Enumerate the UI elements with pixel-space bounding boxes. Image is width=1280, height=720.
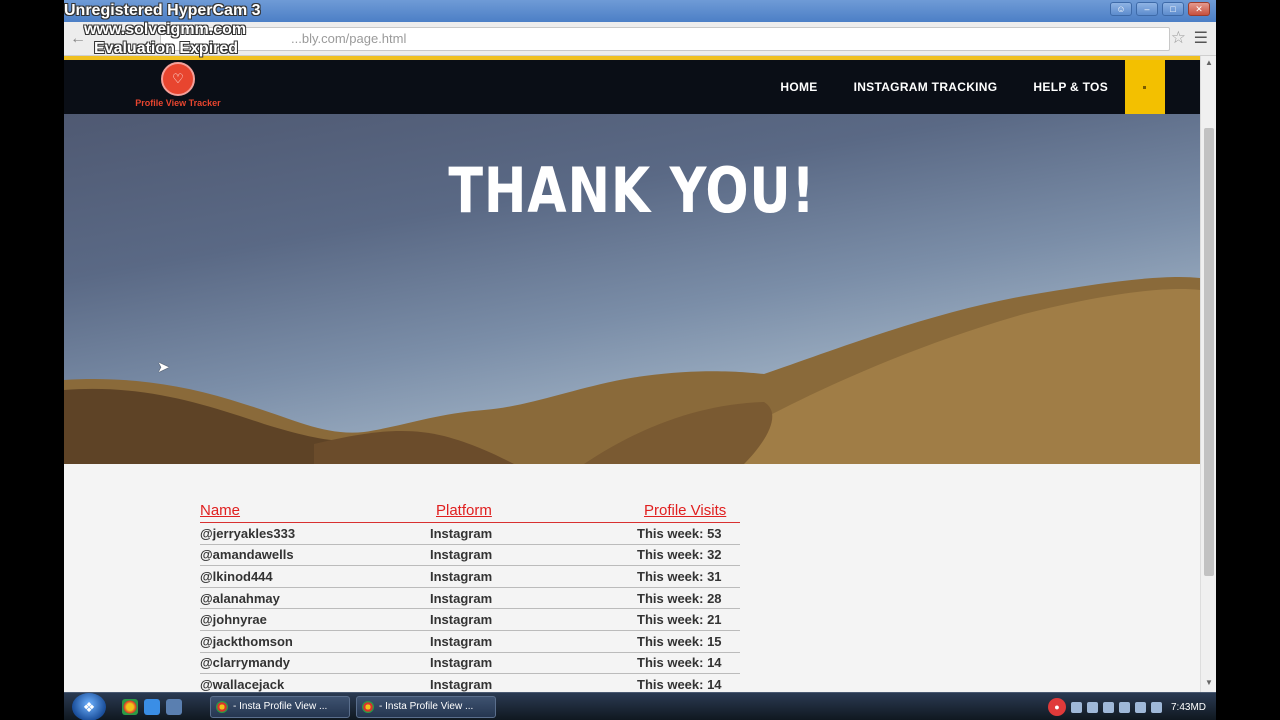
- row-name: @jerryakles333: [200, 525, 296, 541]
- table-row: @alanahmay Instagram This week: 28: [200, 588, 740, 610]
- table-row: @clarrymandy Instagram This week: 14: [200, 653, 740, 675]
- tray-icon[interactable]: [1070, 701, 1082, 713]
- row-name: @clarrymandy: [200, 655, 290, 671]
- nav-accent-block[interactable]: [1125, 60, 1165, 114]
- header-profile-visits: Profile Visits: [644, 502, 727, 519]
- row-name: @lkinod444: [200, 568, 273, 584]
- user-icon[interactable]: ☺: [1110, 2, 1132, 16]
- row-visits: This week: 28: [637, 590, 722, 606]
- taskbar: ❖ - Insta Profile View ... - Insta Profi…: [64, 692, 1216, 720]
- chrome-icon: [216, 701, 228, 713]
- table-row: @jackthomson Instagram This week: 15: [200, 631, 740, 653]
- row-visits: This week: 21: [637, 612, 722, 628]
- row-platform: Instagram: [430, 547, 493, 563]
- record-icon[interactable]: ●: [1047, 698, 1066, 716]
- watermark-line-2: www.solveigmm.com: [84, 21, 247, 38]
- chrome-icon: [362, 701, 374, 713]
- logo-text: Profile View Tracker: [135, 98, 221, 108]
- start-button[interactable]: ❖: [72, 693, 106, 720]
- url-field[interactable]: ...bly.com/page.html: [160, 27, 1170, 51]
- maximize-button[interactable]: □: [1162, 2, 1184, 16]
- watermark-line-3: Evaluation Expired: [94, 40, 239, 57]
- volume-icon[interactable]: [1150, 701, 1162, 713]
- header-name: Name: [200, 502, 241, 519]
- close-button[interactable]: ✕: [1188, 2, 1210, 16]
- row-name: @johnyrae: [200, 612, 267, 628]
- nav-help-tos[interactable]: HELP & TOS: [1033, 80, 1108, 94]
- hero-title: THANK YOU!: [448, 154, 816, 227]
- scroll-up-icon[interactable]: ▲: [1205, 58, 1213, 67]
- row-name: @amandawells: [200, 547, 294, 563]
- row-visits: This week: 15: [637, 633, 722, 649]
- recording-watermark: Unregistered HyperCam 3 www.solveigmm.co…: [64, 1, 261, 58]
- mouse-cursor-icon: ➤: [157, 359, 170, 376]
- tray-icon[interactable]: [1086, 701, 1098, 713]
- profile-visits-table: Name Platform Profile Visits @jerryakles…: [200, 502, 740, 692]
- row-name: @alanahmay: [200, 590, 280, 606]
- row-visits: This week: 31: [637, 568, 722, 584]
- chrome-launch-icon[interactable]: [122, 699, 138, 715]
- header-platform: Platform: [436, 502, 492, 519]
- row-platform: Instagram: [430, 633, 493, 649]
- watermark-line-1: Unregistered HyperCam 3: [64, 2, 261, 19]
- hamburger-menu-icon[interactable]: ☰: [1194, 28, 1208, 48]
- nav-links: HOME INSTAGRAM TRACKING HELP & TOS: [780, 80, 1108, 94]
- tray-icon[interactable]: [1118, 701, 1130, 713]
- row-name: @wallacejack: [200, 676, 285, 692]
- desktop-launch-icon[interactable]: [166, 699, 182, 715]
- screen: Unregistered HyperCam 3 www.solveigmm.co…: [0, 0, 1280, 720]
- row-visits: This week: 53: [637, 525, 722, 541]
- clock[interactable]: 7:43MD: [1171, 702, 1206, 713]
- taskbar-item-label: - Insta Profile View ...: [233, 701, 328, 712]
- nav-home[interactable]: HOME: [780, 80, 817, 94]
- row-platform: Instagram: [430, 568, 493, 584]
- taskbar-item[interactable]: - Insta Profile View ...: [356, 696, 496, 718]
- row-visits: This week: 32: [637, 547, 722, 563]
- table-row: @wallacejack Instagram This week: 14: [200, 674, 740, 692]
- row-platform: Instagram: [430, 655, 493, 671]
- table-row: @lkinod444 Instagram This week: 31: [200, 566, 740, 588]
- scroll-down-icon[interactable]: ▼: [1205, 678, 1213, 687]
- vertical-scrollbar[interactable]: ▲ ▼: [1200, 56, 1216, 692]
- site-navbar: ♡ Profile View Tracker HOME INSTAGRAM TR…: [64, 60, 1200, 114]
- tray-icon[interactable]: [1102, 701, 1114, 713]
- table-row: @jerryakles333 Instagram This week: 53: [200, 523, 740, 545]
- taskbar-item[interactable]: - Insta Profile View ...: [210, 696, 350, 718]
- window-controls: ☺ – □ ✕: [1110, 2, 1210, 16]
- row-platform: Instagram: [430, 612, 493, 628]
- row-visits: This week: 14: [637, 655, 722, 671]
- web-page: ♡ Profile View Tracker HOME INSTAGRAM TR…: [64, 56, 1200, 692]
- star-icon[interactable]: ☆: [1171, 28, 1186, 48]
- site-logo[interactable]: ♡ Profile View Tracker: [126, 62, 230, 112]
- table-row: @johnyrae Instagram This week: 21: [200, 609, 740, 631]
- accent-dot: [1143, 86, 1146, 89]
- content-section: Name Platform Profile Visits @jerryakles…: [64, 464, 1200, 692]
- row-visits: This week: 14: [637, 676, 722, 692]
- table-row: @amandawells Instagram This week: 32: [200, 545, 740, 567]
- scroll-thumb[interactable]: [1204, 128, 1214, 576]
- nav-instagram-tracking[interactable]: INSTAGRAM TRACKING: [854, 80, 998, 94]
- taskbar-item-label: - Insta Profile View ...: [379, 701, 474, 712]
- row-platform: Instagram: [430, 676, 493, 692]
- row-platform: Instagram: [430, 525, 493, 541]
- browser-window: ☺ – □ ✕ ← ...bly.com/page.html ☆ ☰ ♡ Pro…: [64, 0, 1216, 692]
- table-header: Name Platform Profile Visits: [200, 502, 740, 523]
- system-tray: ● 7:43MD: [1047, 693, 1216, 720]
- ie-launch-icon[interactable]: [144, 699, 160, 715]
- logo-icon: ♡: [161, 62, 195, 96]
- row-name: @jackthomson: [200, 633, 293, 649]
- row-platform: Instagram: [430, 590, 493, 606]
- network-icon[interactable]: [1134, 701, 1146, 713]
- minimize-button[interactable]: –: [1136, 2, 1158, 16]
- hero-banner: THANK YOU! ➤: [64, 114, 1200, 464]
